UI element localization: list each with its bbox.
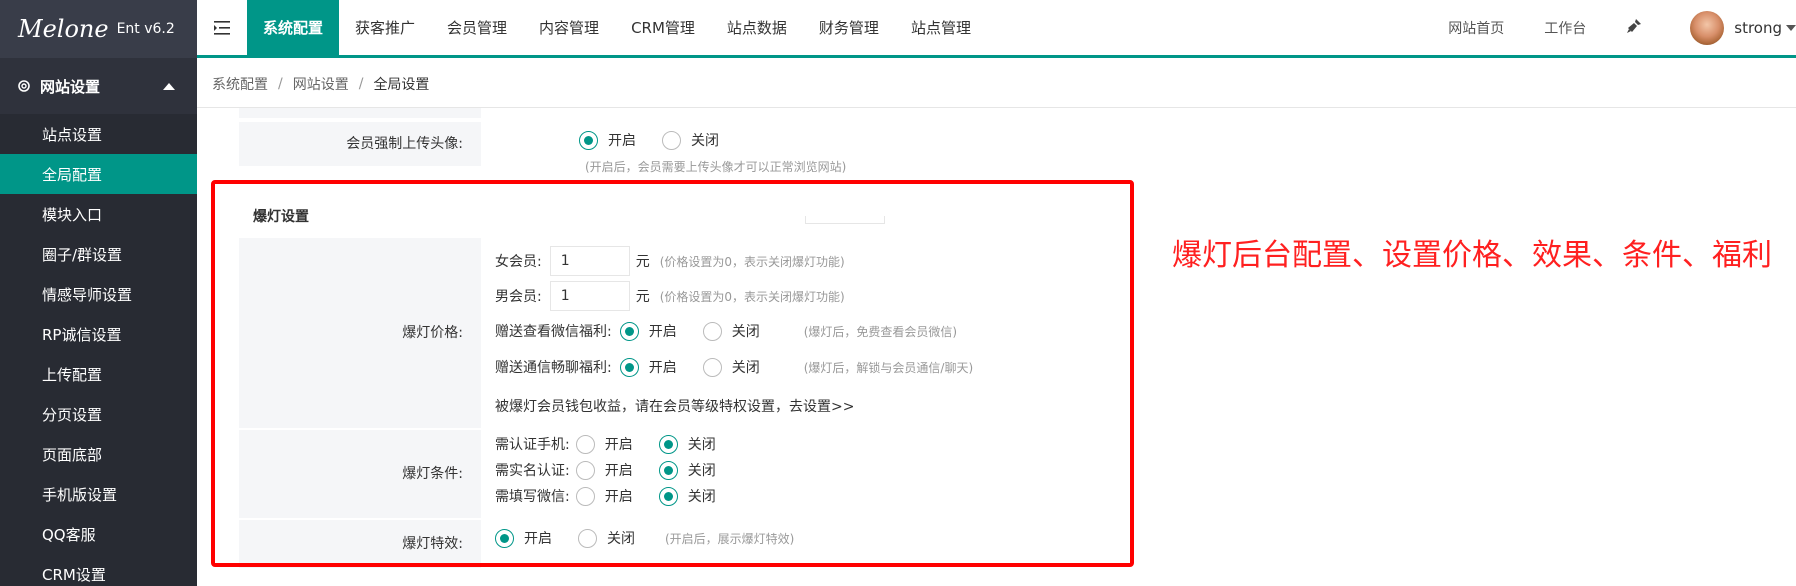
menu-toggle-button[interactable] — [197, 0, 247, 55]
breadcrumb-item[interactable]: 网站设置 — [293, 74, 349, 94]
site-home-link[interactable]: 网站首页 — [1428, 18, 1524, 38]
sidebar-item-global[interactable]: 全局配置 — [0, 154, 197, 194]
sidebar: Melone Ent v6.2 网站设置 站点设置 全局配置 模块入口 圈子/群… — [0, 0, 197, 586]
avatar-required-off[interactable]: 关闭 — [662, 130, 719, 150]
chevron-up-icon — [163, 82, 175, 90]
sidebar-item-rp[interactable]: RP诚信设置 — [0, 314, 197, 354]
topnav-site-manage[interactable]: 站点管理 — [895, 0, 987, 55]
topnav-site-data[interactable]: 站点数据 — [711, 0, 803, 55]
sidebar-sub-list: 站点设置 全局配置 模块入口 圈子/群设置 情感导师设置 RP诚信设置 上传配置… — [0, 114, 197, 586]
top-navbar: 系统配置 获客推广 会员管理 内容管理 CRM管理 站点数据 财务管理 站点管理… — [197, 0, 1796, 58]
sidebar-item-mentor[interactable]: 情感导师设置 — [0, 274, 197, 314]
radio-label: 关闭 — [691, 133, 719, 149]
chevron-down-icon[interactable] — [1786, 24, 1796, 31]
radio-unchecked[interactable] — [662, 130, 681, 150]
sidebar-item-modules[interactable]: 模块入口 — [0, 194, 197, 234]
menu-fold-icon — [214, 20, 230, 35]
username[interactable]: strong — [1734, 19, 1782, 37]
breadcrumb-separator: / — [278, 76, 283, 92]
sidebar-item-crm[interactable]: CRM设置 — [0, 554, 197, 586]
sidebar-group-label: 网站设置 — [40, 77, 101, 96]
form-label-cell — [239, 108, 481, 118]
avatar[interactable] — [1690, 10, 1725, 45]
sidebar-item-mobile[interactable]: 手机版设置 — [0, 474, 197, 514]
sidebar-item-site[interactable]: 站点设置 — [0, 114, 197, 154]
workbench-link[interactable]: 工作台 — [1524, 18, 1606, 38]
sidebar-item-upload[interactable]: 上传配置 — [0, 354, 197, 394]
topnav-promotion[interactable]: 获客推广 — [339, 0, 431, 55]
sidebar-item-paging[interactable]: 分页设置 — [0, 394, 197, 434]
sidebar-item-footer[interactable]: 页面底部 — [0, 434, 197, 474]
avatar-required-on[interactable]: 开启 — [579, 130, 636, 150]
topnav-content[interactable]: 内容管理 — [523, 0, 615, 55]
logo-text: Melone — [18, 15, 109, 43]
sidebar-group-site-settings[interactable]: 网站设置 — [0, 58, 197, 114]
topnav-system-config[interactable]: 系统配置 — [247, 0, 340, 55]
radio-checked[interactable] — [579, 130, 598, 150]
avatar-required-label: 会员强制上传头像: — [239, 122, 481, 166]
topnav-crm[interactable]: CRM管理 — [615, 0, 711, 55]
broom-icon — [1627, 18, 1642, 33]
topnav-finance[interactable]: 财务管理 — [803, 0, 895, 55]
top-right-area: 网站首页 工作台 strong — [1428, 0, 1796, 55]
avatar-required-radios: 开启 关闭 — [579, 130, 745, 150]
annotation-text: 爆灯后台配置、设置价格、效果、条件、福利 — [1172, 238, 1772, 273]
avatar-required-hint: (开启后，会员需要上传头像才可以正常浏览网站) — [585, 160, 847, 174]
breadcrumb-current: 全局设置 — [373, 77, 430, 93]
highlight-box — [211, 180, 1134, 567]
sidebar-item-circle[interactable]: 圈子/群设置 — [0, 234, 197, 274]
logo[interactable]: Melone Ent v6.2 — [0, 0, 197, 58]
gear-icon — [18, 80, 30, 92]
breadcrumb: 系统配置 / 网站设置 / 全局设置 — [197, 61, 1796, 108]
sidebar-item-qq[interactable]: QQ客服 — [0, 514, 197, 554]
version-label: Ent v6.2 — [116, 21, 175, 37]
radio-label: 开启 — [608, 133, 636, 149]
breadcrumb-separator: / — [358, 76, 364, 92]
topnav-members[interactable]: 会员管理 — [431, 0, 523, 55]
breadcrumb-item[interactable]: 系统配置 — [212, 74, 268, 94]
clear-cache-button[interactable] — [1606, 18, 1662, 38]
